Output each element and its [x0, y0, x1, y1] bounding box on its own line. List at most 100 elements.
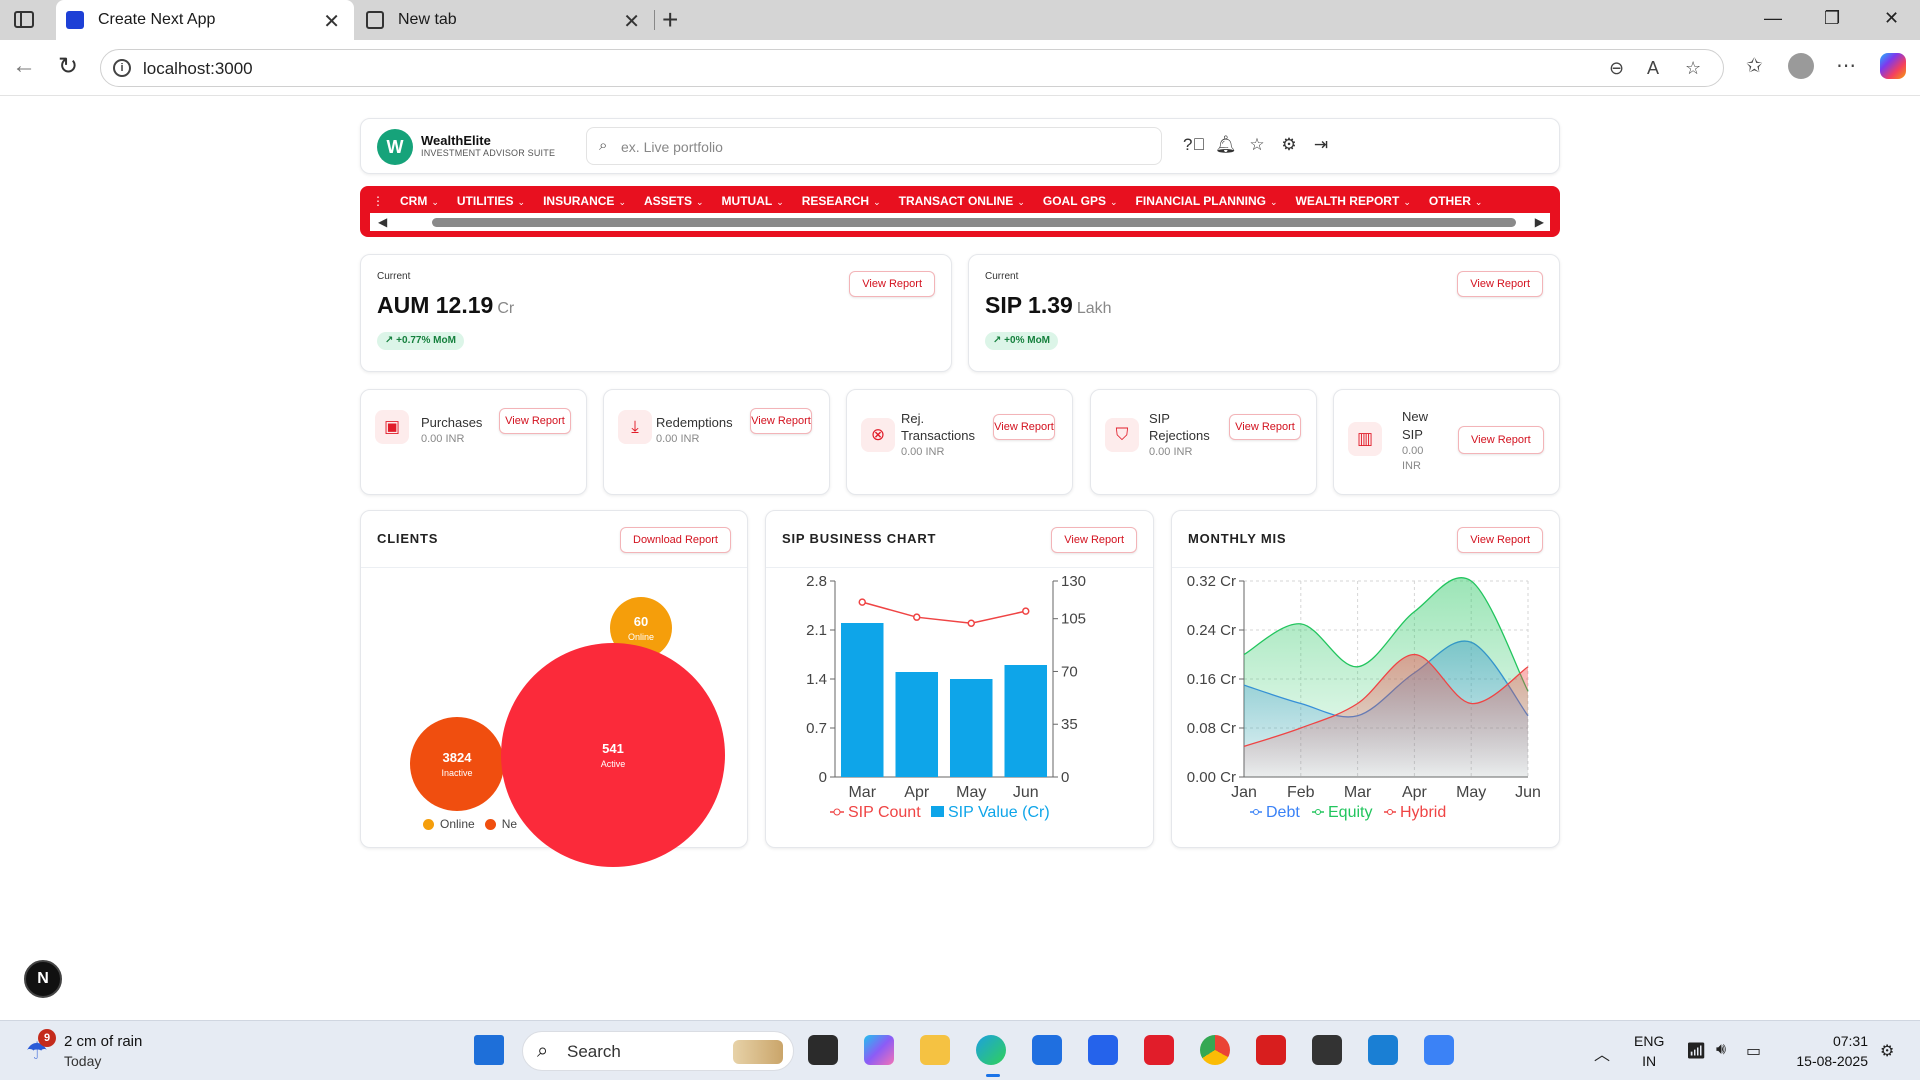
language-indicator[interactable]: ENG IN	[1634, 1031, 1664, 1071]
purchases-title: Purchases	[421, 415, 483, 430]
legend-ne[interactable]: Ne	[484, 817, 517, 831]
favorites-icon[interactable]: ✩	[1746, 53, 1763, 78]
scrollbar-thumb[interactable]	[432, 218, 1516, 227]
x-tick-label: Apr	[1402, 784, 1428, 801]
rej-transactions-title-2: Transactions	[901, 428, 975, 443]
address-bar[interactable]: i localhost:3000 ⊖ A ☆	[100, 49, 1724, 87]
profile-avatar[interactable]	[1788, 53, 1814, 79]
copilot-app-icon[interactable]	[864, 1035, 894, 1065]
wps-icon[interactable]	[1144, 1035, 1174, 1065]
new-tab-plus-icon[interactable]: +	[662, 4, 678, 36]
terminal-icon[interactable]	[1312, 1035, 1342, 1065]
menu-item-mutual[interactable]: MUTUAL ⌄	[722, 194, 784, 208]
notification-icon[interactable]: ⚙	[1880, 1041, 1894, 1061]
tab-actions-icon[interactable]	[14, 11, 34, 28]
aum-label: Current	[377, 271, 411, 282]
taskbar-search[interactable]: ⌕ Search	[522, 1031, 794, 1071]
wifi-icon[interactable]: 📶︎	[1686, 1041, 1706, 1061]
windows-start-icon[interactable]	[474, 1035, 504, 1065]
read-aloud-icon[interactable]: A	[1647, 58, 1659, 79]
task-view-icon[interactable]	[808, 1035, 838, 1065]
bell-icon[interactable]: 🔔︎	[1215, 135, 1237, 155]
cancel-circle-icon: ⊗	[861, 418, 895, 452]
menu-overflow-icon[interactable]: ⋮	[372, 194, 384, 208]
file-explorer-icon[interactable]	[920, 1035, 950, 1065]
menu-scrollbar[interactable]: ◀ ▶	[370, 213, 1550, 231]
menu-item-financial-planning[interactable]: FINANCIAL PLANNING ⌄	[1136, 194, 1278, 208]
address-toolbar: ← ↻ i localhost:3000 ⊖ A ☆ ✩ ⋯	[0, 40, 1920, 96]
sip-view-report-button[interactable]: View Report	[1457, 271, 1543, 297]
scroll-left-icon[interactable]: ◀	[378, 215, 387, 229]
nextjs-dev-badge[interactable]: N	[24, 960, 62, 998]
menu-item-transact-online[interactable]: TRANSACT ONLINE ⌄	[899, 194, 1025, 208]
search-input[interactable]	[621, 136, 1141, 158]
menu-item-assets[interactable]: ASSETS ⌄	[644, 194, 704, 208]
x-tick-label: Feb	[1287, 784, 1315, 801]
search-box[interactable]: ⌕	[586, 127, 1162, 165]
scroll-right-icon[interactable]: ▶	[1535, 215, 1544, 229]
copilot-icon[interactable]	[1880, 53, 1906, 79]
close-icon[interactable]: ✕	[323, 9, 340, 34]
new-sip-amount: 0.00	[1402, 445, 1424, 457]
menu-item-goal-gps[interactable]: GOAL GPS ⌄	[1043, 194, 1118, 208]
weather-subtitle[interactable]: Today	[64, 1053, 101, 1069]
restore-icon[interactable]: ❐	[1824, 8, 1840, 29]
sip-rejections-view-report-button[interactable]: View Report	[1229, 414, 1301, 440]
bubble-label-inactive: Inactive	[441, 768, 472, 778]
clock[interactable]: 07:31 15-08-2025	[1786, 1031, 1868, 1071]
menu-item-other[interactable]: OTHER ⌄	[1429, 194, 1483, 208]
chevron-up-icon[interactable]: ︿	[1594, 1041, 1610, 1065]
edge-icon[interactable]	[976, 1035, 1006, 1065]
aum-card: Current AUM 12.19 Cr ↗ +0.77% MoM View Re…	[360, 254, 952, 372]
page-viewport: W WealthElite INVESTMENT ADVISOR SUITE ⌕…	[0, 96, 1920, 1020]
app-icon[interactable]	[1088, 1035, 1118, 1065]
brand-tagline: INVESTMENT ADVISOR SUITE	[421, 148, 556, 158]
bubble-value-inactive: 3824	[443, 750, 473, 765]
y-tick-label: 0.32 Cr	[1187, 573, 1236, 590]
zoom-out-icon[interactable]: ⊖	[1609, 58, 1624, 79]
legend-online[interactable]: Online	[423, 817, 475, 831]
vscode-icon[interactable]	[1368, 1035, 1398, 1065]
refresh-icon[interactable]: ↻	[58, 52, 78, 81]
back-arrow-icon[interactable]: ←	[12, 52, 36, 80]
aum-view-report-button[interactable]: View Report	[849, 271, 935, 297]
menu-item-utilities[interactable]: UTILITIES ⌄	[457, 194, 525, 208]
handshake-icon: ⛉	[1105, 418, 1139, 452]
site-info-icon[interactable]: i	[113, 59, 131, 77]
menu-item-wealth-report[interactable]: WEALTH REPORT ⌄	[1296, 194, 1411, 208]
x-tick-label: Mar	[848, 784, 876, 801]
tab-new-tab[interactable]: New tab ✕	[356, 0, 654, 40]
volume-icon[interactable]: 🔊︎	[1716, 1041, 1726, 1059]
redemptions-view-report-button[interactable]: View Report	[750, 408, 812, 434]
purchases-view-report-button[interactable]: View Report	[499, 408, 571, 434]
settings-gear-icon[interactable]: ⚙	[1279, 135, 1299, 155]
legend-point-debt	[1253, 809, 1259, 815]
new-sip-view-report-button[interactable]: View Report	[1458, 426, 1544, 454]
paint-icon[interactable]	[1424, 1035, 1454, 1065]
chrome-icon[interactable]	[1200, 1035, 1230, 1065]
more-options-icon[interactable]: ⋯	[1836, 53, 1856, 78]
battery-icon[interactable]: ▭	[1746, 1041, 1761, 1061]
y-right-tick-label: 70	[1061, 663, 1078, 680]
menu-item-crm[interactable]: CRM ⌄	[400, 194, 439, 208]
store-icon[interactable]	[1032, 1035, 1062, 1065]
favorite-star-icon[interactable]: ☆	[1685, 58, 1701, 79]
bar-may	[949, 679, 993, 777]
legend-swatch	[423, 818, 434, 830]
menu-item-insurance[interactable]: INSURANCE ⌄	[543, 194, 626, 208]
sip-count-point-apr	[913, 613, 921, 621]
menu-item-research[interactable]: RESEARCH ⌄	[802, 194, 881, 208]
window-close-icon[interactable]: ✕	[1884, 8, 1899, 29]
close-icon[interactable]: ✕	[623, 9, 640, 34]
tab-create-next-app[interactable]: Create Next App ✕	[56, 0, 354, 40]
weather-title[interactable]: 2 cm of rain	[64, 1033, 142, 1050]
help-icon[interactable]: ?⃝	[1183, 135, 1205, 155]
minimize-icon[interactable]: —	[1764, 8, 1782, 29]
rej-transactions-amount: 0.00 INR	[901, 446, 945, 458]
star-icon[interactable]: ☆	[1247, 135, 1267, 155]
pdf-icon[interactable]	[1256, 1035, 1286, 1065]
url-text[interactable]: localhost:3000	[143, 59, 253, 79]
logout-icon[interactable]: ⇥	[1311, 135, 1331, 155]
rej-transactions-view-report-button[interactable]: View Report	[993, 414, 1055, 440]
brand-logo[interactable]: W	[377, 129, 413, 165]
